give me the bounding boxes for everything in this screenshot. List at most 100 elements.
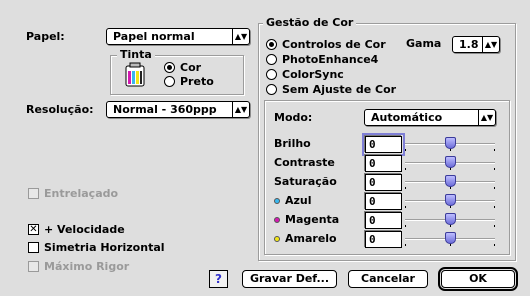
paper-type-value: Papel normal [113, 30, 195, 43]
slider-value-field[interactable]: 0 [362, 133, 405, 156]
speed-label: + Velocidade [44, 222, 125, 236]
speed-checkbox[interactable]: ✕ + Velocidade [28, 222, 125, 236]
colorsync-radio[interactable]: ColorSync [266, 67, 344, 81]
radio-unselected-icon [266, 53, 277, 65]
slider-tick [494, 149, 495, 151]
slider-tick [405, 206, 406, 208]
resolution-value: Normal - 360ppp [113, 103, 217, 116]
interleaved-label: Entrelaçado [44, 186, 119, 200]
popup-arrows-icon: ▲▼ [232, 29, 249, 44]
slider-tick [450, 225, 451, 227]
slider-value-field[interactable]: 0 [365, 174, 402, 191]
slider-thumb[interactable] [445, 156, 456, 168]
slider-value-field[interactable]: 0 [365, 155, 402, 172]
slider-tick [450, 187, 451, 189]
slider-thumb[interactable] [445, 175, 456, 187]
slider-label-text: Magenta [285, 213, 340, 226]
help-button[interactable]: ? [209, 270, 228, 288]
slider-label-text: Brilho [274, 137, 311, 150]
interleaved-checkbox[interactable]: Entrelaçado [28, 186, 118, 200]
slider-label-4: Magenta [274, 213, 339, 227]
gamma-label: Gama [406, 37, 442, 50]
no-color-adjust-label: Sem Ajuste de Cor [282, 82, 397, 96]
radio-selected-icon [164, 61, 175, 73]
slider-tick [494, 225, 495, 227]
slider-tick [450, 168, 451, 170]
color-controls-radio[interactable]: Controlos de Cor [266, 37, 386, 51]
checkbox-checked-icon: ✕ [28, 223, 39, 235]
slider-label-1: Contraste [274, 156, 335, 170]
popup-arrows-icon: ▲▼ [232, 102, 249, 117]
flip-horizontal-checkbox[interactable]: Simetria Horizontal [28, 240, 165, 254]
slider-label-2: Saturação [274, 175, 337, 189]
slider-thumb[interactable] [445, 137, 456, 149]
adjust-slider[interactable] [405, 213, 495, 227]
slider-tick [450, 244, 451, 246]
adjust-slider[interactable] [405, 194, 495, 208]
slider-tick [494, 244, 495, 246]
radio-unselected-icon [266, 68, 277, 80]
popup-arrows-icon: ▲▼ [478, 110, 495, 125]
slider-tick [450, 206, 451, 208]
cancel-button[interactable]: Cancelar [348, 270, 428, 288]
radio-selected-icon [266, 38, 277, 50]
resolution-popup[interactable]: Normal - 360ppp ▲▼ [106, 101, 250, 118]
slider-value-field[interactable]: 0 [365, 212, 402, 229]
checkbox-icon [28, 260, 39, 272]
photoenhance-label: PhotoEnhance4 [282, 52, 379, 66]
slider-tick [405, 187, 406, 189]
save-defaults-button[interactable]: Gravar Def... [242, 270, 337, 288]
paper-type-popup[interactable]: Papel normal ▲▼ [106, 28, 250, 45]
gamma-value: 1.8 [459, 38, 479, 51]
adjust-slider[interactable] [405, 156, 495, 170]
slider-tick [405, 244, 406, 246]
color-dot-icon [274, 198, 280, 204]
resolution-label: Resolução: [26, 103, 94, 116]
slider-value-field[interactable]: 0 [365, 231, 402, 248]
checkbox-icon [28, 187, 39, 199]
color-dot-icon [274, 217, 280, 223]
max-rigor-checkbox[interactable]: Máximo Rigor [28, 259, 129, 273]
adjust-slider[interactable] [405, 137, 495, 151]
slider-thumb[interactable] [445, 194, 456, 206]
flip-horizontal-label: Simetria Horizontal [44, 240, 165, 254]
paper-label: Papel: [26, 30, 65, 43]
slider-tick [405, 168, 406, 170]
gamma-popup[interactable]: 1.8 ▲▼ [452, 36, 500, 53]
colorsync-label: ColorSync [282, 67, 344, 81]
radio-unselected-icon [164, 75, 175, 87]
slider-thumb[interactable] [445, 232, 456, 244]
slider-tick [405, 225, 406, 227]
slider-tick [494, 187, 495, 189]
max-rigor-label: Máximo Rigor [44, 259, 130, 273]
slider-tick [450, 149, 451, 151]
ok-button[interactable]: OK [438, 267, 518, 291]
ink-color-label: Cor [180, 60, 202, 74]
color-controls-label: Controlos de Cor [282, 37, 386, 51]
photoenhance-radio[interactable]: PhotoEnhance4 [266, 52, 378, 66]
ink-color-radio[interactable]: Cor [164, 60, 201, 74]
slider-tick [494, 206, 495, 208]
no-color-adjust-radio[interactable]: Sem Ajuste de Cor [266, 82, 396, 96]
mode-label: Modo: [274, 111, 313, 124]
adjust-slider[interactable] [405, 232, 495, 246]
popup-arrows-icon: ▲▼ [482, 37, 499, 52]
slider-label-text: Saturação [274, 175, 337, 188]
radio-unselected-icon [266, 83, 277, 95]
ink-group-title: Tinta [117, 48, 155, 62]
slider-value-field[interactable]: 0 [365, 193, 402, 210]
slider-label-text: Contraste [274, 156, 335, 169]
color-management-title: Gestão de Cor [263, 16, 357, 30]
slider-label-text: Amarelo [285, 232, 337, 245]
slider-label-text: Azul [285, 194, 312, 207]
adjust-slider[interactable] [405, 175, 495, 189]
ink-black-radio[interactable]: Preto [164, 74, 214, 88]
slider-thumb[interactable] [445, 213, 456, 225]
slider-label-3: Azul [274, 194, 312, 208]
mode-popup[interactable]: Automático ▲▼ [364, 109, 496, 126]
checkbox-icon [28, 241, 39, 253]
ink-cartridge-icon [124, 62, 146, 88]
ink-black-label: Preto [180, 74, 214, 88]
slider-tick [405, 149, 406, 151]
mode-value: Automático [371, 111, 443, 124]
